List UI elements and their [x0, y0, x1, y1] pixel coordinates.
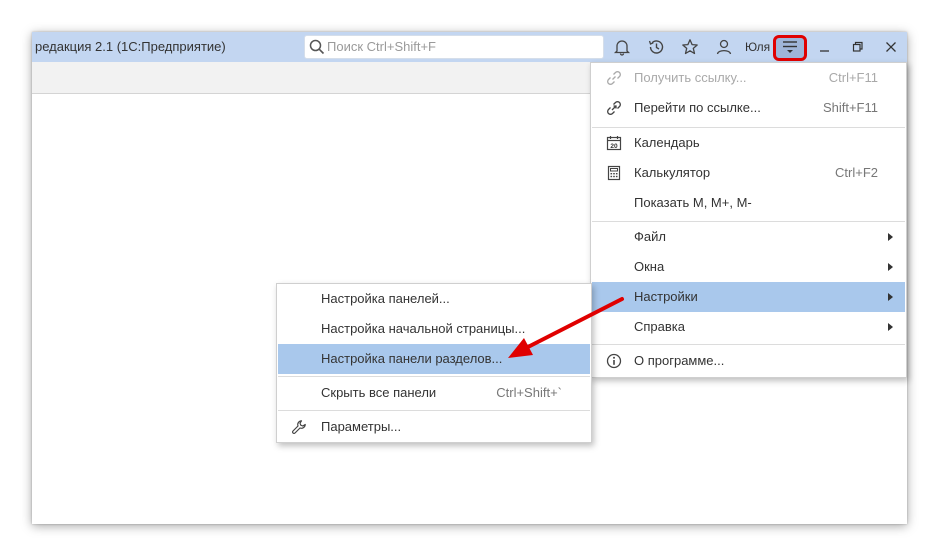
- submenu-item-section-panel-settings[interactable]: Настройка панели разделов...: [278, 344, 590, 374]
- info-icon: [605, 352, 623, 370]
- search-input[interactable]: Поиск Ctrl+Shift+F: [304, 35, 604, 59]
- submenu-item-hide-all-panels[interactable]: Скрыть все панели Ctrl+Shift+`: [278, 378, 590, 408]
- menu-item-help[interactable]: Справка: [592, 312, 905, 342]
- user-name[interactable]: Юля: [745, 32, 770, 62]
- menu-item-get-link[interactable]: Получить ссылку... Ctrl+F11: [592, 63, 905, 93]
- chevron-right-icon: [888, 323, 893, 331]
- wrench-icon: [290, 418, 308, 436]
- menu-separator: [592, 344, 905, 345]
- search-placeholder: Поиск Ctrl+Shift+F: [327, 39, 436, 54]
- menu-item-calendar[interactable]: 20 Календарь: [592, 128, 905, 158]
- close-icon[interactable]: [880, 36, 902, 58]
- app-title: редакция 2.1 (1С:Предприятие): [35, 39, 226, 54]
- menu-separator: [278, 410, 590, 411]
- main-menu-button[interactable]: [773, 35, 807, 61]
- menu-item-calculator[interactable]: Калькулятор Ctrl+F2: [592, 158, 905, 188]
- menu-item-settings[interactable]: Настройки: [592, 282, 905, 312]
- settings-submenu: Настройка панелей... Настройка начальной…: [276, 283, 592, 443]
- user-icon[interactable]: [713, 36, 735, 58]
- title-bar: редакция 2.1 (1С:Предприятие) Поиск Ctrl…: [32, 32, 907, 62]
- calculator-icon: [605, 164, 623, 182]
- chevron-right-icon: [888, 263, 893, 271]
- go-to-link-icon: [605, 99, 623, 117]
- menu-item-go-to-link[interactable]: Перейти по ссылке... Shift+F11: [592, 93, 905, 123]
- hamburger-menu-icon: [781, 39, 799, 58]
- chevron-right-icon: [888, 233, 893, 241]
- main-menu: Получить ссылку... Ctrl+F11 Перейти по с…: [590, 62, 907, 378]
- bell-icon[interactable]: [611, 36, 633, 58]
- calendar-icon-day: 20: [610, 143, 618, 150]
- restore-icon[interactable]: [847, 36, 869, 58]
- star-icon[interactable]: [679, 36, 701, 58]
- menu-item-windows[interactable]: Окна: [592, 252, 905, 282]
- minimize-icon[interactable]: [814, 36, 836, 58]
- history-icon[interactable]: [645, 36, 667, 58]
- search-icon: [309, 39, 325, 58]
- menu-item-file[interactable]: Файл: [592, 222, 905, 252]
- calendar-icon: 20: [605, 134, 623, 152]
- menu-item-about[interactable]: О программе...: [592, 346, 905, 376]
- menu-item-show-memory[interactable]: Показать М, М+, М-: [592, 188, 905, 218]
- chevron-right-icon: [888, 293, 893, 301]
- menu-separator: [278, 376, 590, 377]
- submenu-item-panels-settings[interactable]: Настройка панелей...: [278, 284, 590, 314]
- link-icon: [605, 69, 623, 87]
- submenu-item-parameters[interactable]: Параметры...: [278, 412, 590, 442]
- submenu-item-start-page-settings[interactable]: Настройка начальной страницы...: [278, 314, 590, 344]
